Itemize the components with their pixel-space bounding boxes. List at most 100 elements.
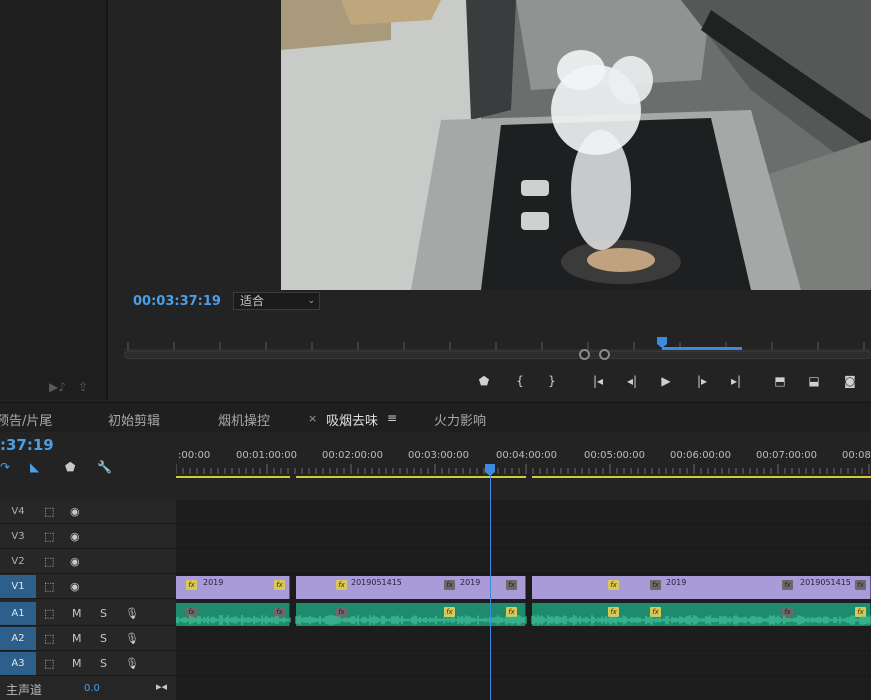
track-header-v2: V2 ⬚ ◉ — [0, 550, 176, 574]
track-header-v4: V4 ⬚ ◉ — [0, 500, 176, 524]
snap-icon[interactable]: ◣ — [30, 460, 39, 474]
toggle-sync-lock-icon[interactable]: ⬚ — [44, 632, 54, 645]
go-to-end-icon[interactable]: ▸◂ — [156, 680, 167, 693]
step-forward-icon[interactable]: |▸ — [692, 372, 712, 390]
tab-initial-edit[interactable]: 初始剪辑 — [108, 410, 160, 429]
eye-icon[interactable]: ◉ — [70, 555, 80, 568]
track-label[interactable]: V1 — [0, 575, 36, 598]
tab-menu-icon[interactable]: ≡ — [387, 411, 397, 425]
play-icon[interactable]: ▶ — [656, 372, 676, 390]
export-frame-camera-icon[interactable]: ◙ — [840, 372, 860, 390]
track-header-v3: V3 ⬚ ◉ — [0, 525, 176, 549]
transport-controls: ⬟ { } |◂ ◂| ▶ |▸ ▸| ⬒ ⬓ ◙ — [470, 372, 870, 392]
master-track-header: 主声道 0.0 ▸◂ — [0, 678, 176, 700]
eye-icon[interactable]: ◉ — [70, 505, 80, 518]
lane-v4[interactable] — [176, 500, 871, 524]
eye-icon[interactable]: ◉ — [70, 530, 80, 543]
tab-fire-effect[interactable]: 火力影响 — [434, 410, 486, 429]
time-ruler[interactable]: :00:00 00:01:00:00 00:02:00:00 00:03:00:00 0… — [176, 446, 871, 480]
toggle-sync-lock-icon[interactable]: ⬚ — [44, 555, 54, 568]
lane-v1[interactable]: 2019 fx fx fx 2019051415 fx 2019 fx fx f… — [176, 575, 871, 599]
export-icon[interactable]: ⇪ — [78, 380, 88, 394]
toggle-sync-lock-icon[interactable]: ⬚ — [44, 580, 54, 593]
extract-icon[interactable]: ⬓ — [804, 372, 824, 390]
nest-icon[interactable]: ↷ — [0, 460, 10, 474]
lane-v3[interactable] — [176, 525, 871, 549]
toggle-sync-lock-icon[interactable]: ⬚ — [44, 657, 54, 670]
track-header-a2: A2 ⬚ M S 🎙 — [0, 627, 176, 651]
close-tab-icon[interactable]: × — [308, 412, 317, 425]
fx-badge: fx — [444, 580, 455, 590]
track-header-a3: A3 ⬚ M S 🎙 — [0, 652, 176, 676]
go-to-out-icon[interactable]: ▸| — [726, 372, 746, 390]
lane-a3[interactable] — [176, 652, 871, 676]
fx-badge: fx — [274, 580, 285, 590]
lane-v2[interactable] — [176, 550, 871, 574]
track-header-a1: A1 ⬚ M S 🎙 — [0, 602, 176, 626]
track-label[interactable]: V3 — [6, 529, 30, 545]
sequence-tabs: 预告/片尾 初始剪辑 烟机操控 × 吸烟去味 ≡ 火力影响 — [0, 402, 871, 435]
ruler-tick-label: 00:08 — [842, 450, 871, 461]
master-track-label: 主声道 — [6, 683, 43, 697]
video-clip[interactable]: fx fx 2019 fx 2019051415 fx — [532, 576, 871, 599]
track-label[interactable]: V2 — [6, 554, 30, 570]
zoom-handle-right[interactable] — [599, 349, 610, 360]
track-label[interactable]: A3 — [0, 652, 36, 675]
step-back-icon[interactable]: ◂| — [622, 372, 642, 390]
toggle-sync-lock-icon[interactable]: ⬚ — [44, 607, 54, 620]
solo-button[interactable]: S — [100, 632, 107, 645]
audio-waveform — [176, 615, 871, 625]
export-frame-icon[interactable]: ▶♪ — [49, 380, 66, 394]
mark-in-icon[interactable]: { — [510, 372, 530, 390]
microphone-icon[interactable]: 🎙 — [125, 607, 139, 620]
solo-button[interactable]: S — [100, 607, 107, 620]
solo-button[interactable]: S — [100, 657, 107, 670]
premiere-window: ▶♪ ⇪ 00:03:37:19 适合 ⌄ ⬟ {} |◂ ◂| ▶ |▸ ▸… — [0, 0, 871, 700]
mute-button[interactable]: M — [72, 657, 82, 670]
microphone-icon[interactable]: 🎙 — [125, 632, 139, 645]
tab-trailer[interactable]: 预告/片尾 — [0, 410, 52, 429]
toggle-sync-lock-icon[interactable]: ⬚ — [44, 505, 54, 518]
fx-badge: fx — [855, 580, 866, 590]
add-marker-icon[interactable]: ⬟ — [474, 372, 494, 390]
chevron-down-icon: ⌄ — [307, 296, 315, 306]
lane-a1[interactable]: fx fx fx fx fx fx fx fx fx — [176, 602, 871, 626]
timeline-panel: :37:19 ↷ ◣ ⬟ 🔧 :00:00 00:01:00:00 00:02:00… — [0, 432, 871, 700]
eye-icon[interactable]: ◉ — [70, 580, 80, 593]
video-clip[interactable]: 2019 fx fx — [176, 576, 290, 599]
tab-hood-control[interactable]: 烟机操控 — [218, 410, 270, 429]
video-clip[interactable]: fx 2019051415 fx 2019 fx — [296, 576, 526, 599]
lift-icon[interactable]: ⬒ — [770, 372, 790, 390]
program-video-frame — [281, 0, 871, 290]
fx-badge: fx — [608, 580, 619, 590]
track-label[interactable]: A1 — [0, 602, 36, 625]
fit-zoom-select[interactable]: 适合 ⌄ — [233, 292, 320, 310]
mute-button[interactable]: M — [72, 632, 82, 645]
zoom-scroll-bar[interactable] — [124, 351, 871, 359]
ruler-tick-label: :00:00 — [178, 450, 210, 461]
mark-out-icon[interactable]: } — [542, 372, 562, 390]
playhead-timecode[interactable]: 00:03:37:19 — [133, 294, 221, 309]
zoom-handle-left[interactable] — [579, 349, 590, 360]
track-area: 2019 fx fx fx 2019051415 fx 2019 fx fx f… — [176, 500, 871, 700]
track-label[interactable]: V4 — [6, 504, 30, 520]
track-label[interactable]: A2 — [0, 627, 36, 650]
fx-badge: fx — [506, 580, 517, 590]
fx-badge: fx — [650, 580, 661, 590]
ruler-tick-label: 00:06:00:00 — [670, 450, 731, 461]
sequence-timecode[interactable]: :37:19 — [0, 436, 54, 454]
marker-icon[interactable]: ⬟ — [65, 460, 75, 474]
master-volume-value[interactable]: 0.0 — [84, 683, 100, 694]
mute-button[interactable]: M — [72, 607, 82, 620]
program-monitor: 00:03:37:19 适合 ⌄ ⬟ { } |◂ ◂| ▶ |▸ ▸| ⬒ ⬓… — [110, 0, 871, 400]
toggle-sync-lock-icon[interactable]: ⬚ — [44, 530, 54, 543]
fit-zoom-value: 适合 — [240, 294, 265, 308]
timeline-playhead[interactable] — [490, 466, 491, 700]
microphone-icon[interactable]: 🎙 — [125, 657, 139, 670]
wrench-icon[interactable]: 🔧 — [97, 460, 112, 474]
ruler-tick-label: 00:01:00:00 — [236, 450, 297, 461]
go-to-in-icon[interactable]: |◂ — [588, 372, 608, 390]
fx-badge: fx — [186, 580, 197, 590]
lane-a2[interactable] — [176, 627, 871, 651]
track-headers: V4 ⬚ ◉ V3 ⬚ ◉ V2 ⬚ ◉ V1 ⬚ ◉ A1 ⬚ M S 🎙 A… — [0, 500, 176, 700]
